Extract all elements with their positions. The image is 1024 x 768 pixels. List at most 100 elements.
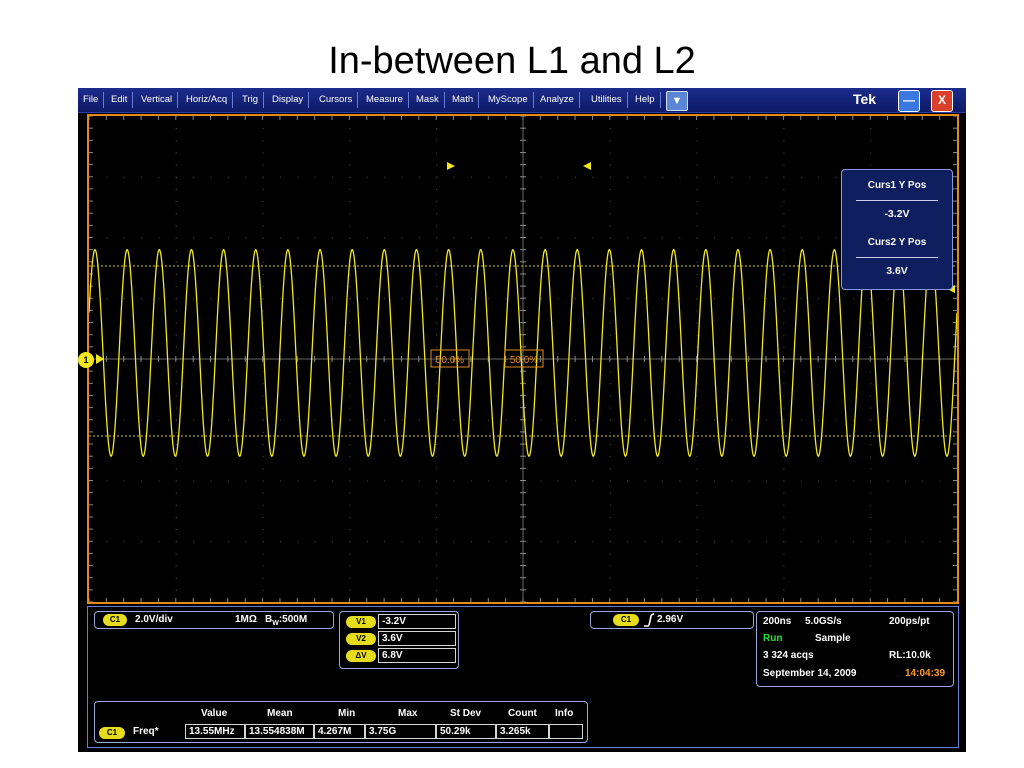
channel-settings-box[interactable]: C1 2.0V/div 1MΩ BW:500M <box>94 611 334 629</box>
grid-dot <box>245 176 247 178</box>
grid-dot <box>470 480 472 482</box>
grid-dot <box>870 128 872 130</box>
grid-dot <box>870 419 872 421</box>
menu-measure[interactable]: Measure <box>361 92 409 108</box>
menu-mask[interactable]: Mask <box>411 92 445 108</box>
acquisition-count: 3 324 acqs <box>763 650 814 661</box>
vertical-scale: 2.0V/div <box>135 614 173 625</box>
grid-dot <box>262 541 264 543</box>
grid-dot <box>592 176 594 178</box>
grid-dot <box>418 176 420 178</box>
grid-dot <box>349 346 351 348</box>
menu-utilities[interactable]: Utilities <box>586 92 628 108</box>
grid-dot <box>783 504 785 506</box>
grid-dot <box>488 541 490 543</box>
header-max: Max <box>398 708 418 719</box>
grid-dot <box>696 444 698 446</box>
grid-dot <box>349 553 351 555</box>
close-button[interactable]: X <box>931 90 953 112</box>
grid-dot <box>783 273 785 275</box>
grid-dot <box>436 140 438 142</box>
menu-file[interactable]: File <box>78 92 105 108</box>
menu-display[interactable]: Display <box>267 92 310 108</box>
grid-dot <box>436 468 438 470</box>
cursor-readout-panel[interactable]: Curs1 Y Pos -3.2V Curs2 Y Pos 3.6V <box>841 169 953 290</box>
grid-dot <box>193 480 195 482</box>
grid-dot <box>609 456 611 458</box>
divider <box>856 200 938 201</box>
channel1-marker[interactable]: 1 <box>78 352 94 368</box>
grid-dot <box>436 395 438 397</box>
grid-dot <box>557 237 559 239</box>
grid-dot <box>922 541 924 543</box>
cursor-values-box[interactable]: V1 -3.2V V2 3.6V ΔV 6.8V <box>339 611 459 669</box>
grid-dot <box>470 541 472 543</box>
grid-dot <box>870 492 872 494</box>
grid-dot <box>401 541 403 543</box>
grid-dot <box>835 480 837 482</box>
menu-trig[interactable]: Trig <box>237 92 265 108</box>
measurement-table[interactable]: Value Mean Min Max St Dev Count Info C1 … <box>94 701 588 743</box>
menu-cursors[interactable]: Cursors <box>314 92 359 108</box>
grid-dot <box>696 407 698 409</box>
grid-dot <box>488 419 490 421</box>
grid-dot <box>887 419 889 421</box>
grid-dot <box>366 419 368 421</box>
trigger-box[interactable]: C1 2.96V <box>590 611 754 629</box>
grid-dot <box>314 541 316 543</box>
grid-dot <box>436 383 438 385</box>
grid-dot <box>609 286 611 288</box>
grid-dot <box>766 480 768 482</box>
grid-dot <box>262 128 264 130</box>
grid-dot <box>158 541 160 543</box>
grid-dot <box>783 419 785 421</box>
grid-dot <box>175 444 177 446</box>
grid-dot <box>870 468 872 470</box>
grid-dot <box>332 298 334 300</box>
grid-dot <box>627 480 629 482</box>
meas-value: 13.55MHz <box>185 724 245 739</box>
ref-level-right: 50.0% <box>510 355 538 366</box>
grid-dot <box>349 431 351 433</box>
grid-dot <box>696 565 698 567</box>
grid-dot <box>783 553 785 555</box>
dropdown-arrow-icon[interactable]: ▼ <box>666 91 688 111</box>
header-min: Min <box>338 708 356 719</box>
grid-dot <box>731 541 733 543</box>
grid-dot <box>783 176 785 178</box>
grid-dot <box>314 480 316 482</box>
menu-edit[interactable]: Edit <box>106 92 134 108</box>
grid-dot <box>436 237 438 239</box>
grid-dot <box>870 577 872 579</box>
grid-dot <box>609 201 611 203</box>
grid-dot <box>262 565 264 567</box>
menu-vertical[interactable]: Vertical <box>136 92 179 108</box>
menu-analyze[interactable]: Analyze <box>535 92 580 108</box>
trigger-level: 2.96V <box>657 614 684 625</box>
grid-dot <box>904 419 906 421</box>
grid-dot <box>870 383 872 385</box>
meas-min: 4.267M <box>314 724 365 739</box>
grid-dot <box>436 310 438 312</box>
grid-dot <box>262 213 264 215</box>
grid-dot <box>575 237 577 239</box>
minimize-button[interactable]: — <box>898 90 920 112</box>
waveform-display[interactable]: 50.0% 50.0% Curs1 Y Pos -3.2V Curs2 Y Po… <box>87 114 959 604</box>
menu-myscope[interactable]: MyScope <box>483 92 534 108</box>
acquisition-box[interactable]: 200ns 5.0GS/s 200ps/pt Run Sample 3 324 … <box>756 611 954 687</box>
grid-dot <box>713 176 715 178</box>
grid-dot <box>175 310 177 312</box>
grid-dot <box>349 419 351 421</box>
menu-horiz-acq[interactable]: Horiz/Acq <box>181 92 234 108</box>
grid-dot <box>262 456 264 458</box>
grid-dot <box>870 589 872 591</box>
grid-dot <box>609 589 611 591</box>
menu-help[interactable]: Help <box>630 92 661 108</box>
menu-math[interactable]: Math <box>447 92 480 108</box>
grid-dot <box>349 249 351 251</box>
grid-dot <box>783 456 785 458</box>
grid-dot <box>592 541 594 543</box>
grid-dot <box>609 395 611 397</box>
date: September 14, 2009 <box>763 668 857 679</box>
grid-dot <box>175 188 177 190</box>
